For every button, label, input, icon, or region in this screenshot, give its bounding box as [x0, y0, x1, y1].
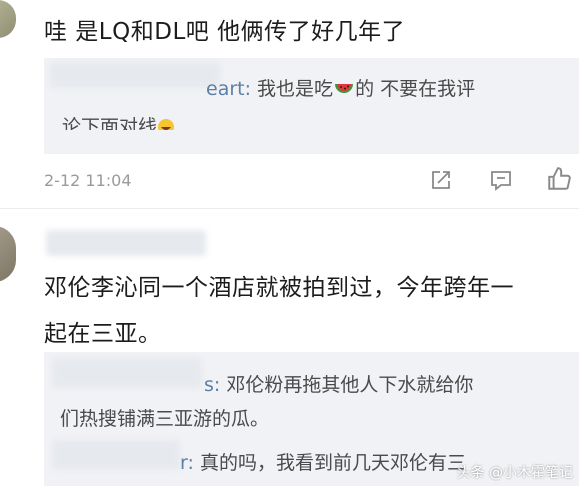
reply-username-tail: s: — [204, 374, 221, 396]
comment-icon[interactable] — [489, 168, 513, 192]
reply-username-tail: r: — [180, 452, 194, 474]
reply-line: eart: 我也是吃的 不要在我评 — [206, 74, 475, 103]
watermelon-emoji-icon — [333, 76, 355, 103]
reply-text: 邓伦粉再拖其他人下水就给你 — [226, 374, 474, 396]
reply-line-2: 们热搜铺满三亚游的瓜。 — [60, 408, 270, 430]
comment-text: 哇 是LQ和DL吧 他俩传了好几年了 — [44, 19, 406, 45]
blurred-username — [46, 230, 206, 256]
reply-line-2: 论下面对线 — [62, 112, 175, 130]
reply-text-2: 论下面对线 — [62, 116, 158, 130]
like-icon[interactable] — [546, 166, 571, 190]
timestamp: 2-12 11:04 — [44, 171, 132, 190]
reply-text: 真的吗，我看到前几天邓伦有三 — [199, 452, 466, 474]
blurred-username — [50, 62, 220, 88]
reply-text-after: 的 不要在我评 — [355, 78, 476, 100]
reply-line: r: 真的吗，我看到前几天邓伦有三 — [180, 448, 466, 475]
reply-text: 我也是吃 — [257, 78, 334, 100]
reply-line: s: 邓伦粉再拖其他人下水就给你 — [204, 370, 473, 397]
reply-username-tail: eart: — [206, 78, 251, 100]
divider — [0, 208, 579, 209]
share-icon[interactable] — [429, 168, 453, 192]
comment-text: 邓伦李沁同一个酒店就被拍到过，今年跨年一 — [44, 275, 514, 301]
avatar[interactable] — [0, 226, 16, 282]
blurred-username — [52, 358, 202, 388]
blurred-username — [52, 440, 180, 470]
comment-text-line-2: 起在三亚。 — [44, 321, 162, 347]
laugh-emoji-icon — [157, 118, 175, 130]
watermark: 头条 @小木霍笔记 — [456, 465, 573, 481]
avatar[interactable] — [0, 0, 16, 38]
